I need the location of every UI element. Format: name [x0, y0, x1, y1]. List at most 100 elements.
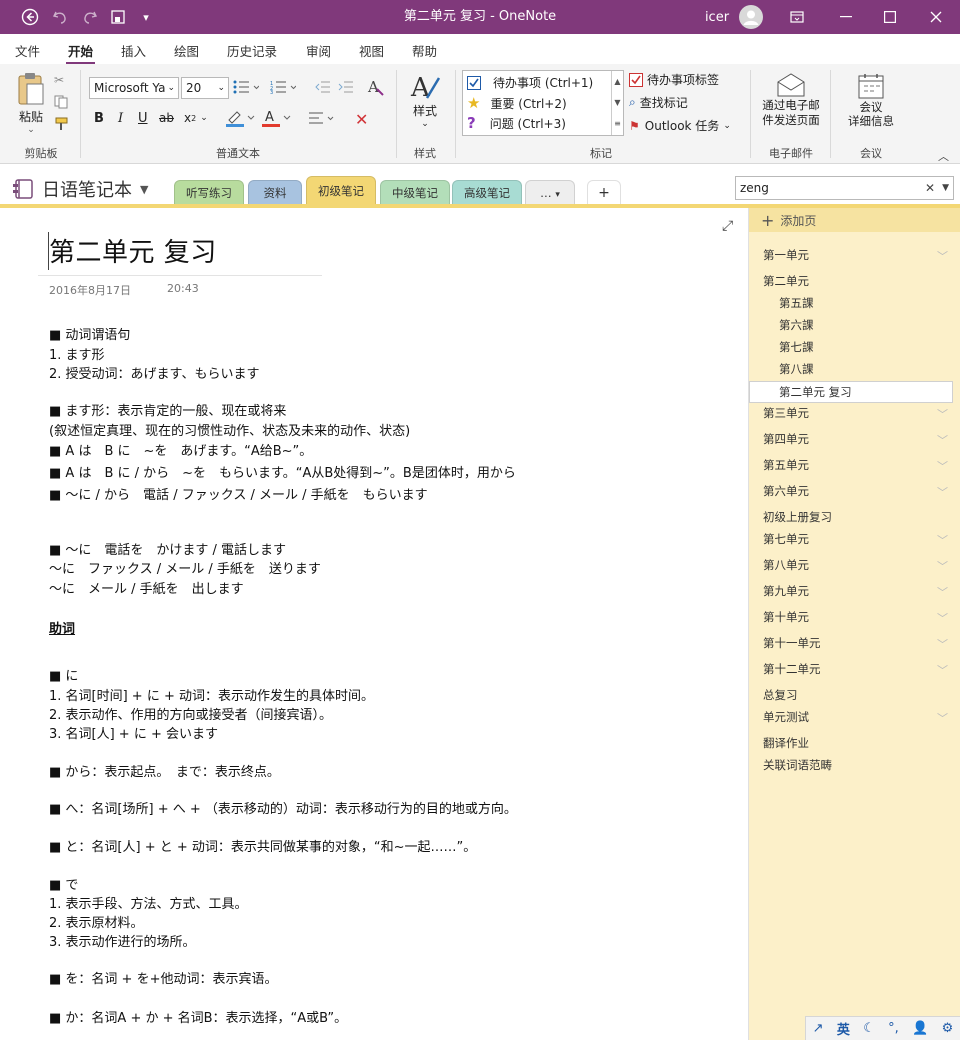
subpage-item[interactable]: 第六課: [749, 314, 960, 336]
highlight-icon[interactable]: [226, 109, 256, 127]
note-line[interactable]: 3. 表示动作进行的场所。: [49, 931, 196, 950]
page-item[interactable]: 第十一单元 ﹀: [749, 632, 960, 654]
chevron-down-icon[interactable]: ﹀: [937, 532, 948, 548]
search-scope-dropdown-icon[interactable]: ▼: [942, 183, 949, 193]
note-line[interactable]: ■ と：名词[人] + と + 动词：表示共同做某事的对象，“和~一起……”。: [49, 836, 476, 855]
page-item[interactable]: 第六单元 ﹀: [749, 480, 960, 502]
collapse-ribbon-icon[interactable]: ︿: [938, 148, 949, 164]
strikethrough-icon[interactable]: ab: [159, 111, 174, 125]
note-line[interactable]: ～に メール / 手紙を 出します: [49, 578, 244, 597]
numbering-icon[interactable]: 123: [270, 80, 296, 94]
clear-search-icon[interactable]: ✕: [925, 181, 935, 195]
email-page-button[interactable]: 通过电子邮 件发送页面: [756, 72, 826, 138]
moon-icon[interactable]: ☾: [863, 1021, 875, 1036]
page-item[interactable]: 第四单元 ﹀: [749, 428, 960, 450]
note-line[interactable]: ■ に: [49, 665, 78, 684]
avatar[interactable]: [738, 0, 764, 34]
subpage-item[interactable]: 第七課: [749, 336, 960, 358]
chevron-down-icon[interactable]: ﹀: [937, 584, 948, 600]
section-tab-active[interactable]: 初级笔记: [306, 176, 376, 206]
note-line[interactable]: 1. 表示手段、方法、方式、工具。: [49, 893, 248, 912]
note-line[interactable]: ～に ファックス / メール / 手紙を 送ります: [49, 558, 321, 577]
paragraph-alignment-icon[interactable]: [309, 111, 335, 125]
minimize-icon[interactable]: [826, 0, 866, 34]
page-item[interactable]: 初级上册复习: [749, 506, 960, 528]
page-item[interactable]: 第九单元 ﹀: [749, 580, 960, 602]
chevron-down-icon[interactable]: ﹀: [937, 458, 948, 474]
format-painter-icon[interactable]: [54, 116, 70, 132]
more-sections-tab[interactable]: … ▾: [525, 180, 575, 206]
search-input[interactable]: zeng: [740, 181, 769, 195]
bold-icon[interactable]: B: [94, 111, 104, 126]
page-item[interactable]: 总复习: [749, 684, 960, 706]
chevron-down-icon[interactable]: ﹀: [937, 636, 948, 652]
subscript-icon[interactable]: x 2 ⌄: [184, 111, 208, 125]
bullets-icon[interactable]: [233, 80, 259, 94]
page-item[interactable]: 第一单元 ﹀: [749, 244, 960, 266]
meeting-details-button[interactable]: 会议 详细信息: [838, 72, 904, 138]
user-name[interactable]: icer: [700, 0, 734, 34]
note-line[interactable]: 1. 名词[时间] + に + 动词：表示动作发生的具体时间。: [49, 685, 374, 704]
note-line[interactable]: ■ から：表示起点。 まで：表示终点。: [49, 761, 280, 780]
outlook-tasks-button[interactable]: ⚑ Outlook 任务 ⌄: [629, 117, 731, 134]
copy-icon[interactable]: [54, 94, 70, 110]
add-page-button[interactable]: + 添加页: [749, 208, 960, 232]
page-item[interactable]: 单元测试 ﹀: [749, 706, 960, 728]
user-icon[interactable]: 👤: [912, 1021, 928, 1036]
subpage-item[interactable]: 第五課: [749, 292, 960, 314]
chevron-down-icon[interactable]: ﹀: [937, 484, 948, 500]
note-line[interactable]: ■ ～に / から 電話 / ファックス / メール / 手紙を もらいます: [49, 484, 428, 503]
chevron-down-icon[interactable]: ﹀: [937, 610, 948, 626]
font-family-dropdown[interactable]: Microsoft Ya ⌄: [89, 77, 179, 99]
punctuation-icon[interactable]: °,: [888, 1021, 899, 1036]
page-item[interactable]: 翻译作业: [749, 732, 960, 754]
tab-help[interactable]: 帮助: [412, 41, 437, 61]
chevron-down-icon[interactable]: ﹀: [937, 558, 948, 574]
page-title[interactable]: 第二单元 复习: [49, 232, 217, 269]
note-line[interactable]: 3. 名词[人] + に + 会います: [49, 723, 218, 742]
tab-view[interactable]: 视图: [359, 41, 384, 61]
note-line[interactable]: ■ で: [49, 874, 78, 893]
ime-switch-icon[interactable]: ↗: [813, 1021, 824, 1036]
tab-insert[interactable]: 插入: [121, 41, 146, 61]
delete-icon[interactable]: ✕: [355, 110, 368, 129]
decrease-indent-icon[interactable]: [315, 80, 331, 94]
page-item[interactable]: 第五单元 ﹀: [749, 454, 960, 476]
todo-tag-button[interactable]: 待办事项标签: [629, 71, 719, 88]
note-line[interactable]: 2. 表示原材料。: [49, 912, 144, 931]
maximize-icon[interactable]: [870, 0, 910, 34]
font-color-icon[interactable]: A: [262, 109, 292, 127]
chevron-down-icon[interactable]: ﹀: [937, 710, 948, 726]
page-item[interactable]: 关联词语范畴: [749, 754, 960, 776]
ribbon-display-options-icon[interactable]: [782, 0, 812, 34]
section-tab[interactable]: 资料: [248, 180, 302, 206]
chevron-down-icon[interactable]: ﹀: [937, 406, 948, 422]
subpage-item[interactable]: 第八課: [749, 358, 960, 380]
page-item[interactable]: 第十单元 ﹀: [749, 606, 960, 628]
note-line[interactable]: (叙述恒定真理、现在的习惯性动作、状态及未来的动作、状态): [49, 420, 410, 439]
styles-button[interactable]: A 样式 ⌄: [406, 72, 444, 140]
increase-indent-icon[interactable]: [338, 80, 354, 94]
quick-access-dropdown-icon[interactable]: ▾: [136, 0, 156, 34]
chevron-down-icon[interactable]: ﹀: [937, 432, 948, 448]
close-icon[interactable]: [914, 0, 958, 34]
notebook-selector[interactable]: 日语笔记本 ▼: [12, 176, 148, 202]
note-line[interactable]: ■ を：名词 + を+他动词：表示宾语。: [49, 968, 277, 987]
italic-icon[interactable]: I: [118, 111, 123, 126]
page-title-area[interactable]: 第二单元 复习: [38, 230, 322, 276]
tag-important[interactable]: ★ 重要 (Ctrl+2): [467, 94, 567, 112]
tab-history[interactable]: 历史记录: [227, 41, 277, 61]
back-icon[interactable]: [18, 0, 42, 34]
underline-icon[interactable]: U: [138, 111, 148, 126]
chevron-down-icon[interactable]: ﹀: [937, 662, 948, 678]
page-item[interactable]: 第七单元 ﹀: [749, 528, 960, 550]
note-line[interactable]: 1. ます形: [49, 344, 105, 363]
note-line[interactable]: ■ A は B に ~を あげます。“A给B~”。: [49, 440, 312, 459]
tab-file[interactable]: 文件: [15, 41, 40, 61]
search-box[interactable]: zeng ✕ ▼: [735, 176, 954, 200]
section-heading[interactable]: 助词: [49, 618, 75, 637]
note-line[interactable]: ■ 动词谓语句: [49, 324, 130, 343]
tag-todo[interactable]: 待办事项 (Ctrl+1): [467, 74, 593, 91]
add-section-tab[interactable]: +: [587, 180, 621, 206]
tab-review[interactable]: 审阅: [306, 41, 331, 61]
